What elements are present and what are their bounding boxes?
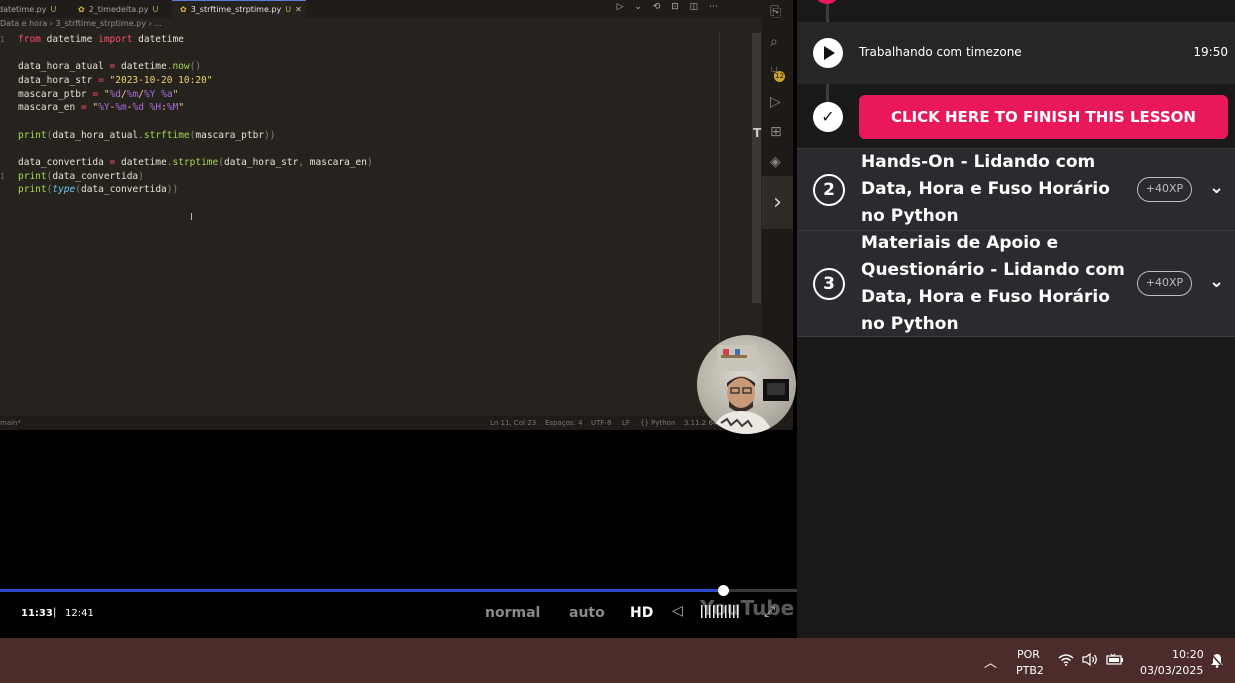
clock-time[interactable]: 10:20	[1172, 648, 1204, 661]
editor-scrollbar	[752, 33, 761, 303]
editor-tab-label: datetime.py	[0, 4, 47, 14]
speed-normal-button[interactable]: normal	[485, 605, 540, 621]
editor-tab-actions: ▷ ⌄ ⟲ ⊡ ◫ ⋯	[616, 2, 722, 12]
progress-bar[interactable]	[0, 585, 797, 596]
editor-tab-flag: U	[50, 4, 57, 14]
chevron-up-icon[interactable]: ︿	[984, 652, 997, 671]
keyboard-layout[interactable]: PTB2	[1016, 664, 1044, 677]
lesson-panel: Trabalhando com timezone 19:50 ✓ CLICK H…	[797, 0, 1235, 638]
instructor-image	[711, 345, 789, 434]
line-number: 1	[0, 35, 5, 44]
video-frame-code-editor: datetime.py U ✿ 2_timedelta.py U ✿ 3_strftim…	[0, 0, 793, 430]
python-file-icon: ✿	[78, 4, 85, 14]
progress-fill	[0, 589, 723, 592]
finish-lesson-button[interactable]: CLICK HERE TO FINISH THIS LESSON	[859, 95, 1228, 139]
battery-icon[interactable]	[1106, 653, 1124, 670]
code-line: print(type(data_convertida))	[18, 184, 179, 195]
lesson-item[interactable]: Trabalhando com timezone 19:50	[797, 22, 1235, 84]
input-language[interactable]: POR	[1017, 648, 1040, 661]
source-control-badge: 12	[774, 71, 785, 82]
docker-icon: ◈	[770, 154, 781, 170]
text-cursor-icon: I	[190, 212, 193, 223]
status-position: Ln 11, Col 23	[490, 419, 537, 427]
module-title: Hands-On - Lidando com Data, Hora e Fuso…	[861, 152, 1110, 226]
windows-taskbar: ︿ POR PTB2 10:20 03/03/2025	[0, 638, 1235, 683]
editor-tab-bar: datetime.py U ✿ 2_timedelta.py U ✿ 3_strftim…	[0, 0, 762, 18]
module-item[interactable]: 3 Materiais de Apoio e Questionário - Li…	[797, 230, 1235, 337]
chevron-right-icon: ›	[762, 176, 793, 229]
xp-badge: +40XP	[1137, 177, 1192, 202]
time-separator: |	[53, 607, 57, 618]
python-file-icon: ✿	[180, 5, 187, 14]
editor-status-bar: main* Ln 11, Col 23 Espaços: 4 UTF-8 LF …	[0, 416, 793, 430]
editor-tab-timedelta: ✿ 2_timedelta.py U	[78, 0, 168, 18]
status-spaces: Espaços: 4	[545, 419, 583, 427]
lesson-title: Trabalhando com timezone	[859, 45, 1022, 59]
fullscreen-icon[interactable]: ⤢	[764, 604, 775, 620]
search-icon: ⌕	[770, 34, 778, 50]
notification-bell-icon[interactable]	[1210, 653, 1224, 672]
editor-tab-label: 3_strftime_strptime.py	[190, 5, 282, 14]
code-line: data_convertida = datetime.strptime(data…	[18, 157, 373, 168]
breadcrumb: Data e hora › 3_strftime_strptime.py › .…	[0, 19, 162, 28]
instructor-webcam	[697, 335, 796, 434]
speaker-icon[interactable]	[1082, 652, 1098, 670]
editor-tab-flag: U	[285, 5, 292, 14]
wifi-icon[interactable]	[1058, 653, 1074, 670]
quality-hd-button[interactable]: HD	[630, 605, 653, 621]
editor-tab-strftime: ✿ 3_strftime_strptime.py U ✕	[172, 0, 306, 18]
explorer-icon: ⎘	[770, 4, 782, 20]
run-debug-icon: ▷	[770, 94, 781, 110]
editor-tab-datetime: datetime.py U	[0, 0, 60, 18]
code-line: data_hora_atual = datetime.now()	[18, 61, 202, 72]
current-time: 11:33	[21, 608, 53, 619]
side-letter: T	[753, 126, 762, 140]
minimap-divider	[719, 33, 720, 343]
chevron-down-icon[interactable]: ⌄	[1209, 271, 1224, 292]
module-number: 3	[813, 268, 845, 300]
code-line: data_hora_str = "2023-10-20 10:20"	[18, 75, 213, 86]
status-branch: main*	[0, 419, 21, 427]
editor-tab-label: 2_timedelta.py	[88, 4, 149, 14]
volume-slider[interactable]	[701, 605, 740, 618]
code-line: mascara_en = "%Y-%m-%d %H:%M"	[18, 102, 185, 113]
extensions-icon: ⊞	[770, 124, 782, 140]
close-icon: ✕	[295, 5, 302, 14]
xp-badge: +40XP	[1137, 271, 1192, 296]
status-encoding: UTF-8	[591, 419, 612, 427]
chevron-down-icon[interactable]: ⌄	[1209, 177, 1224, 198]
module-item[interactable]: 2 Hands-On - Lidando com Data, Hora e Fu…	[797, 148, 1235, 230]
play-icon[interactable]	[813, 38, 843, 68]
code-line: mascara_ptbr = "%d/%m/%Y %a"	[18, 89, 179, 100]
progress-knob[interactable]	[717, 585, 729, 596]
total-time: 12:41	[65, 608, 94, 619]
code-line: from datetime import datetime	[18, 34, 184, 45]
quality-auto-button[interactable]: auto	[569, 605, 605, 621]
editor-tab-flag: U	[152, 4, 159, 14]
line-number: 1	[0, 172, 5, 181]
lesson-duration: 19:50	[1193, 45, 1228, 59]
timeline-marker	[814, 0, 840, 4]
video-player[interactable]: datetime.py U ✿ 2_timedelta.py U ✿ 3_strftim…	[0, 0, 797, 638]
module-number: 2	[813, 174, 845, 206]
status-eol: LF	[622, 419, 630, 427]
module-title: Materiais de Apoio e Questionário - Lida…	[861, 233, 1125, 334]
code-line: print(data_convertida)	[18, 171, 144, 182]
screen: datetime.py U ✿ 2_timedelta.py U ✿ 3_strftim…	[0, 0, 1235, 683]
code-line: print(data_hora_atual.strftime(mascara_p…	[18, 130, 276, 141]
clock-date[interactable]: 03/03/2025	[1140, 664, 1203, 677]
status-language: {} Python	[640, 419, 676, 427]
check-icon: ✓	[813, 102, 843, 132]
volume-icon[interactable]: ◁	[672, 603, 683, 619]
